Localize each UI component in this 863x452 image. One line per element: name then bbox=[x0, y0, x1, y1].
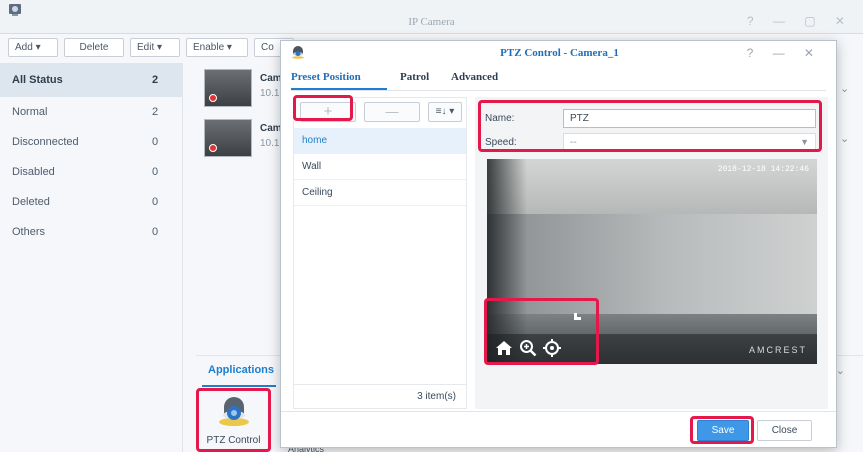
sort-menu-button[interactable]: ≡↓ ▾ bbox=[428, 102, 462, 122]
add-preset-button[interactable]: + bbox=[300, 102, 356, 122]
diagonal-arrow-icon[interactable] bbox=[571, 307, 587, 323]
name-field[interactable]: PTZ bbox=[563, 109, 816, 128]
sidebar-item-all-status[interactable]: All Status 2 bbox=[0, 63, 182, 97]
speed-select-value: -- bbox=[570, 137, 577, 148]
edit-menu-button[interactable]: Edit ▾ bbox=[130, 38, 180, 57]
video-brand-watermark: AMCREST bbox=[748, 345, 807, 355]
chevron-down-icon[interactable]: ⌄ bbox=[840, 82, 849, 95]
status-sidebar: All Status 2 Normal 2 Disconnected 0 Dis… bbox=[0, 63, 183, 452]
camera-live-view[interactable]: 2018-12-18 14:22:46 AMCREST bbox=[487, 159, 817, 364]
record-dot-icon bbox=[209, 94, 217, 102]
sidebar-item-disabled[interactable]: Disabled 0 bbox=[0, 157, 182, 187]
dialog-window-controls[interactable]: ? — ✕ bbox=[747, 46, 822, 60]
record-dot-icon bbox=[209, 144, 217, 152]
camera-name: Cam bbox=[260, 73, 282, 84]
sidebar-item-count: 0 bbox=[152, 196, 159, 208]
preset-item-ceiling[interactable]: Ceiling bbox=[294, 180, 466, 206]
save-button[interactable]: Save bbox=[697, 420, 749, 441]
delete-button[interactable]: Delete bbox=[64, 38, 124, 57]
enable-menu-button[interactable]: Enable ▾ bbox=[186, 38, 248, 57]
sidebar-item-count: 2 bbox=[152, 74, 159, 86]
tab-patrol[interactable]: Patrol bbox=[400, 71, 429, 83]
sidebar-item-deleted[interactable]: Deleted 0 bbox=[0, 187, 182, 217]
sidebar-item-label: Normal bbox=[12, 106, 48, 118]
preset-item-home[interactable]: home bbox=[294, 128, 466, 154]
preset-item-wall[interactable]: Wall bbox=[294, 154, 466, 180]
speed-label: Speed: bbox=[485, 137, 517, 148]
active-tab-indicator bbox=[202, 385, 276, 387]
chevron-down-icon[interactable]: ⌄ bbox=[840, 132, 849, 145]
home-icon[interactable] bbox=[495, 339, 513, 357]
camera-thumbnail bbox=[204, 119, 252, 157]
tab-advanced[interactable]: Advanced bbox=[451, 71, 498, 83]
preset-toolbar: + — ≡↓ ▾ bbox=[294, 98, 466, 126]
dialog-footer: Save Close bbox=[281, 411, 836, 447]
video-wall bbox=[487, 214, 817, 324]
remove-preset-button[interactable]: — bbox=[364, 102, 420, 122]
camera-ip: 10.1 bbox=[260, 88, 280, 99]
preset-list-pane: + — ≡↓ ▾ home Wall Ceiling 3 item(s) bbox=[293, 97, 467, 409]
sidebar-item-label: All Status bbox=[12, 74, 63, 86]
tab-preset-position[interactable]: Preset Position bbox=[291, 71, 361, 83]
sidebar-item-count: 0 bbox=[152, 166, 159, 178]
main-window-controls[interactable]: ? — ▢ ✕ bbox=[747, 14, 853, 28]
sidebar-item-label: Others bbox=[12, 226, 46, 238]
ptz-control-app-label: PTZ Control bbox=[206, 435, 261, 446]
sidebar-item-label: Deleted bbox=[12, 196, 50, 208]
zoom-in-icon[interactable] bbox=[519, 339, 537, 357]
ptz-control-app[interactable]: PTZ Control bbox=[196, 389, 271, 452]
ptz-dome-camera-icon bbox=[219, 397, 249, 426]
camera-name: Cam bbox=[260, 123, 282, 134]
focus-target-icon[interactable] bbox=[543, 339, 561, 357]
speed-select[interactable]: -- ▼ bbox=[563, 133, 816, 152]
camera-app-icon bbox=[9, 4, 21, 16]
ptz-control-dialog: PTZ Control - Camera_1 ? — ✕ Preset Posi… bbox=[280, 40, 837, 448]
camera-ip: 10.1 bbox=[260, 138, 280, 149]
main-titlebar: IP Camera ? — ▢ ✕ bbox=[0, 0, 863, 34]
add-menu-button[interactable]: Add ▾ bbox=[8, 38, 58, 57]
tabs-divider bbox=[291, 90, 826, 91]
preset-item-count: 3 item(s) bbox=[294, 384, 466, 408]
close-button[interactable]: Close bbox=[757, 420, 812, 441]
sidebar-item-others[interactable]: Others 0 bbox=[0, 217, 182, 247]
sidebar-item-count: 0 bbox=[152, 226, 159, 238]
sidebar-item-normal[interactable]: Normal 2 bbox=[0, 97, 182, 127]
camera-thumbnail bbox=[204, 69, 252, 107]
sidebar-item-count: 0 bbox=[152, 136, 159, 148]
chevron-down-icon: ▼ bbox=[800, 137, 809, 147]
sidebar-item-disconnected[interactable]: Disconnected 0 bbox=[0, 127, 182, 157]
tab-applications[interactable]: Applications bbox=[208, 364, 274, 376]
sidebar-item-count: 2 bbox=[152, 106, 159, 118]
sidebar-item-label: Disconnected bbox=[12, 136, 79, 148]
name-label: Name: bbox=[485, 113, 515, 124]
main-window-title: IP Camera bbox=[408, 16, 455, 28]
preset-detail-pane: Name: PTZ Speed: -- ▼ 2018-12-18 14:22:4… bbox=[475, 97, 828, 409]
video-timestamp: 2018-12-18 14:22:46 bbox=[717, 165, 809, 174]
sidebar-item-label: Disabled bbox=[12, 166, 55, 178]
